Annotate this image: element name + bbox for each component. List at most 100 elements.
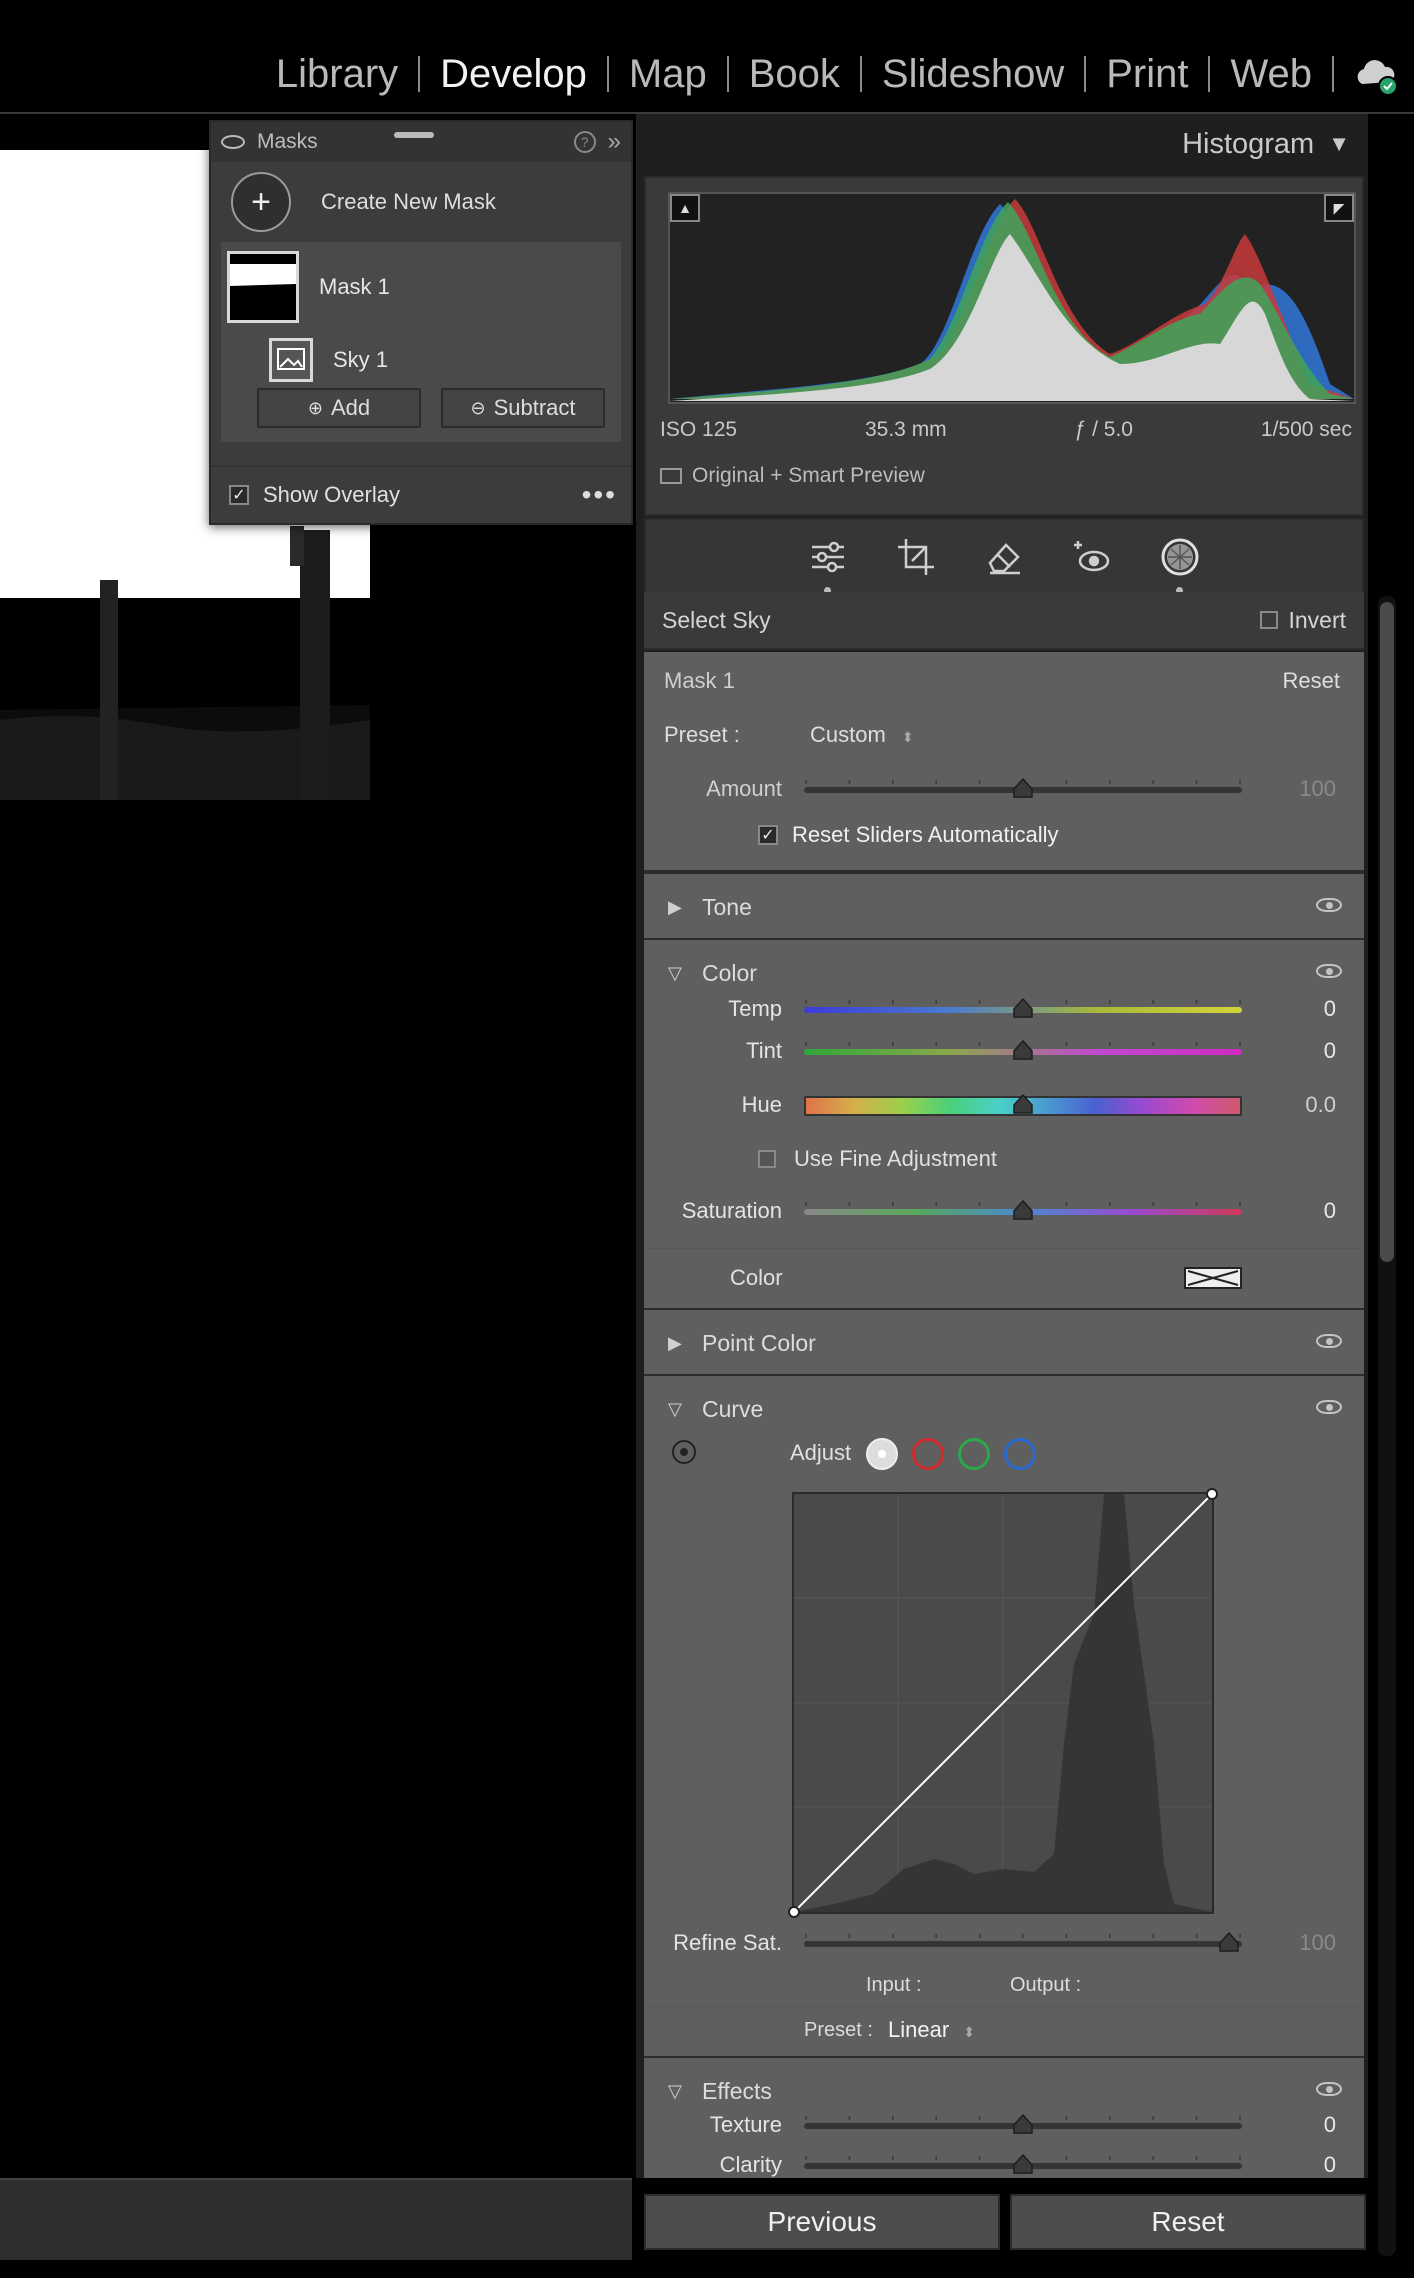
module-slideshow[interactable]: Slideshow [862, 54, 1084, 94]
collapse-triangle-icon: ▽ [668, 2080, 682, 2101]
curve-channel-red[interactable] [912, 1438, 944, 1470]
curve-section: ▽ Curve Adjust Refine Sat. 100 Input: O… [644, 1374, 1364, 2006]
curve-preset-select[interactable]: Linear ⬍ [888, 2017, 975, 2043]
stepper-icon: ⬍ [963, 2024, 976, 2040]
more-options-icon[interactable]: ••• [582, 479, 617, 511]
mask1-label: Mask 1 [319, 274, 390, 299]
curve-channel-rgb[interactable] [866, 1438, 898, 1470]
tint-thumb[interactable] [1012, 1039, 1034, 1062]
color-swatch-label: Color [730, 1265, 783, 1290]
input-label: Input : [866, 1974, 922, 1996]
hue-thumb[interactable] [1012, 1093, 1034, 1116]
tone-curve-graph[interactable] [788, 1488, 1218, 1918]
mask-item-mask1[interactable]: Mask 1 [221, 242, 621, 332]
create-new-mask-button[interactable]: + Create New Mask [211, 162, 631, 242]
module-map[interactable]: Map [609, 54, 727, 94]
tone-header[interactable]: ▶ Tone [644, 874, 1364, 940]
histogram-graph[interactable]: ▲ ◤ [668, 192, 1356, 404]
module-develop[interactable]: Develop [420, 54, 607, 94]
texture-thumb[interactable] [1012, 2113, 1034, 2136]
edit-sliders-icon[interactable] [805, 534, 851, 594]
fine-adjustment-checkbox[interactable] [758, 1150, 776, 1168]
add-mask-button[interactable]: ⊕ Add [257, 388, 421, 428]
effects-section: ▽ Effects Texture 0 Clarity 0 [644, 2056, 1364, 2178]
invert-label: Invert [1288, 606, 1346, 633]
module-print[interactable]: Print [1086, 54, 1208, 94]
tint-value: 0 [1323, 1038, 1336, 1063]
preset-select[interactable]: Custom ⬍ [810, 722, 914, 748]
target-adjust-icon[interactable] [672, 1440, 696, 1464]
texture-value: 0 [1323, 2112, 1336, 2137]
subtract-mask-button[interactable]: ⊖ Subtract [441, 388, 605, 428]
eye-icon[interactable] [1316, 964, 1342, 978]
amount-thumb[interactable] [1012, 777, 1034, 800]
mask-add-subtract: ⊕ Add ⊖ Subtract [221, 388, 621, 428]
curve-point-black[interactable] [788, 1906, 800, 1918]
panel-scrollbar[interactable] [1378, 596, 1396, 2256]
module-web[interactable]: Web [1210, 54, 1332, 94]
histogram-header[interactable]: Histogram ▼ [644, 114, 1364, 174]
drag-handle-icon[interactable] [394, 132, 434, 138]
point-color-header[interactable]: ▶ Point Color [644, 1310, 1364, 1376]
red-eye-icon[interactable] [1069, 534, 1115, 580]
eye-icon[interactable] [1316, 1400, 1342, 1414]
tone-section: ▶ Tone [644, 872, 1364, 938]
cloud-sync-icon[interactable] [1352, 50, 1400, 98]
collapse-chevron-icon[interactable]: » [608, 128, 621, 156]
fine-adjustment-label: Use Fine Adjustment [794, 1146, 997, 1171]
mask-component-sky1[interactable]: Sky 1 [221, 332, 621, 388]
module-library[interactable]: Library [256, 54, 418, 94]
saturation-label: Saturation [681, 1198, 782, 1223]
show-overlay-checkbox[interactable]: ✓ [229, 485, 249, 505]
tone-title: Tone [702, 893, 752, 920]
shadow-clipping-icon[interactable]: ▲ [670, 194, 700, 222]
clarity-thumb[interactable] [1012, 2153, 1034, 2176]
reset-sliders-checkbox[interactable]: ✓ [758, 825, 778, 845]
crop-icon[interactable] [893, 534, 939, 580]
help-icon[interactable]: ? [573, 131, 596, 153]
fine-adjustment-row[interactable]: Use Fine Adjustment [758, 1146, 997, 1172]
masks-header[interactable]: Masks ? » [211, 122, 631, 162]
eye-icon[interactable] [1316, 2082, 1342, 2096]
reset-button[interactable]: Reset [1010, 2194, 1366, 2250]
highlight-clipping-icon[interactable]: ◤ [1324, 194, 1354, 222]
point-color-section: ▶ Point Color [644, 1308, 1364, 1374]
focal-length-value: 35.3 mm [864, 418, 947, 441]
create-mask-label: Create New Mask [321, 189, 496, 214]
curve-channel-blue[interactable] [1004, 1438, 1036, 1470]
reset-sliders-row[interactable]: ✓ Reset Sliders Automatically [758, 822, 1059, 848]
eye-icon[interactable] [1316, 898, 1342, 912]
mask-settings-title: Mask 1 [664, 668, 735, 693]
aperture-value: ƒ / 5.0 [1074, 418, 1133, 441]
temp-thumb[interactable] [1012, 997, 1034, 1020]
saturation-thumb[interactable] [1012, 1199, 1034, 1222]
eye-icon[interactable] [221, 135, 245, 149]
color-swatch-picker[interactable] [1184, 1267, 1242, 1289]
adjust-label: Adjust [790, 1440, 852, 1465]
reset-mask-button[interactable]: Reset [1283, 668, 1340, 694]
texture-label: Texture [709, 2112, 782, 2137]
curve-title: Curve [702, 1395, 764, 1422]
curve-channel-green[interactable] [958, 1438, 990, 1470]
invert-checkbox[interactable] [1260, 611, 1279, 629]
module-book[interactable]: Book [729, 54, 860, 94]
show-overlay-row: ✓ Show Overlay ••• [211, 465, 631, 523]
previous-button[interactable]: Previous [644, 2194, 1000, 2250]
curve-point-white[interactable] [1206, 1488, 1218, 1500]
preset-value: Custom [810, 722, 886, 747]
tint-label: Tint [746, 1038, 782, 1063]
eye-icon[interactable] [1316, 1334, 1342, 1348]
shutter-value: 1/500 sec [1260, 418, 1352, 441]
refine-sat-track[interactable] [804, 1941, 1242, 1947]
curve-preset-value: Linear [888, 2017, 950, 2042]
refine-sat-thumb[interactable] [1218, 1931, 1240, 1954]
collapse-triangle-icon: ▽ [668, 962, 682, 983]
collapse-triangle-icon[interactable]: ▼ [1328, 131, 1350, 157]
scrollbar-thumb[interactable] [1380, 602, 1394, 1262]
masking-icon[interactable] [1157, 534, 1203, 594]
masks-title: Masks [257, 130, 318, 153]
curve-header[interactable]: ▽ Curve [644, 1376, 1364, 1442]
healing-eraser-icon[interactable] [981, 534, 1027, 580]
output-label: Output : [1010, 1974, 1082, 1996]
smart-preview-status[interactable]: Original + Smart Preview [660, 464, 925, 488]
